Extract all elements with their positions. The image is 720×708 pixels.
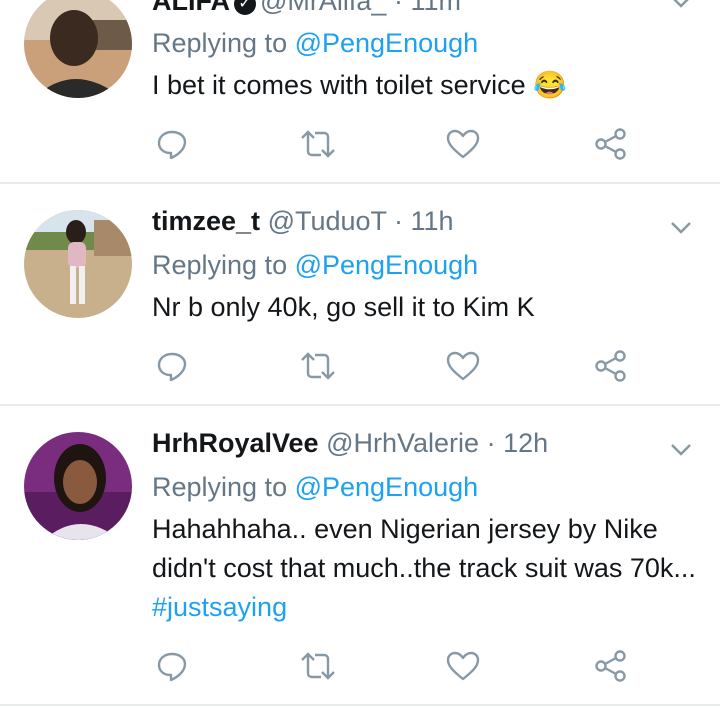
reply-button[interactable] bbox=[152, 646, 192, 686]
separator: · bbox=[386, 0, 411, 16]
avatar[interactable] bbox=[24, 0, 132, 98]
like-button[interactable] bbox=[443, 346, 483, 386]
retweet-button[interactable] bbox=[298, 346, 338, 386]
tweet-text: I bet it comes with toilet service 😂 bbox=[152, 70, 567, 100]
hashtag-link[interactable]: #justsaying bbox=[152, 592, 287, 622]
chevron-down-icon[interactable] bbox=[670, 442, 692, 458]
share-button[interactable] bbox=[591, 124, 631, 164]
separator: · bbox=[386, 206, 411, 236]
timestamp[interactable]: 12h bbox=[503, 428, 548, 458]
heart-icon bbox=[446, 351, 480, 381]
tweet-2[interactable]: timzee_t @TuduoT · 11h Replying to @Peng… bbox=[0, 184, 720, 406]
mention-link[interactable]: @PengEnough bbox=[295, 250, 479, 280]
like-button[interactable] bbox=[443, 646, 483, 686]
reply-button[interactable] bbox=[152, 124, 192, 164]
verified-badge-icon: ✓ bbox=[234, 0, 256, 15]
display-name[interactable]: HrhRoyalVee bbox=[152, 428, 319, 458]
separator: · bbox=[479, 428, 504, 458]
tweet-text: Hahahhaha.. even Nigerian jersey by Nike… bbox=[152, 510, 700, 627]
action-bar bbox=[0, 646, 720, 686]
chevron-down-icon[interactable] bbox=[670, 220, 692, 236]
handle[interactable]: @MrAlifa_ bbox=[260, 0, 386, 16]
handle[interactable]: @TuduoT bbox=[268, 206, 387, 236]
retweet-icon bbox=[301, 130, 335, 158]
tweet-3[interactable]: HrhRoyalVee @HrhValerie · 12h Replying t… bbox=[0, 406, 720, 708]
tweet-header: HrhRoyalVee @HrhValerie · 12h bbox=[152, 428, 548, 459]
timestamp[interactable]: 11m bbox=[410, 0, 461, 16]
retweet-button[interactable] bbox=[298, 124, 338, 164]
display-name[interactable]: ALIFA bbox=[152, 0, 230, 16]
retweet-button[interactable] bbox=[298, 646, 338, 686]
reply-icon bbox=[157, 652, 187, 682]
reply-button[interactable] bbox=[152, 346, 192, 386]
action-bar bbox=[0, 346, 720, 386]
heart-icon bbox=[446, 651, 480, 681]
tweet-text-body: Hahahhaha.. even Nigerian jersey by Nike… bbox=[152, 514, 696, 583]
tweet-header: ALIFA ✓ @MrAlifa_ · 11m bbox=[152, 0, 461, 17]
replying-to: Replying to @PengEnough bbox=[152, 250, 478, 281]
mention-link[interactable]: @PengEnough bbox=[295, 472, 479, 502]
retweet-icon bbox=[301, 652, 335, 680]
display-name[interactable]: timzee_t bbox=[152, 206, 260, 236]
handle[interactable]: @HrhValerie bbox=[326, 428, 479, 458]
replying-prefix: Replying to bbox=[152, 472, 295, 502]
share-icon bbox=[595, 128, 626, 160]
reply-icon bbox=[157, 130, 187, 160]
replying-prefix: Replying to bbox=[152, 28, 295, 58]
like-button[interactable] bbox=[443, 124, 483, 164]
heart-icon bbox=[446, 129, 480, 159]
action-bar bbox=[0, 124, 720, 164]
share-icon bbox=[595, 650, 626, 682]
tweet-1[interactable]: ALIFA ✓ @MrAlifa_ · 11m Replying to @PengE… bbox=[0, 0, 720, 184]
share-button[interactable] bbox=[591, 646, 631, 686]
replying-to: Replying to @PengEnough bbox=[152, 472, 478, 503]
avatar[interactable] bbox=[24, 432, 132, 540]
tweet-header: timzee_t @TuduoT · 11h bbox=[152, 206, 454, 237]
retweet-icon bbox=[301, 352, 335, 380]
timestamp[interactable]: 11h bbox=[411, 206, 454, 236]
replying-to: Replying to @PengEnough bbox=[152, 28, 478, 59]
share-icon bbox=[595, 350, 626, 382]
mention-link[interactable]: @PengEnough bbox=[295, 28, 479, 58]
divider bbox=[0, 704, 720, 706]
avatar[interactable] bbox=[24, 210, 132, 318]
reply-icon bbox=[157, 352, 187, 382]
chevron-down-icon[interactable] bbox=[670, 0, 692, 10]
share-button[interactable] bbox=[591, 346, 631, 386]
replying-prefix: Replying to bbox=[152, 250, 295, 280]
tweet-text: Nr b only 40k, go sell it to Kim K bbox=[152, 292, 535, 322]
